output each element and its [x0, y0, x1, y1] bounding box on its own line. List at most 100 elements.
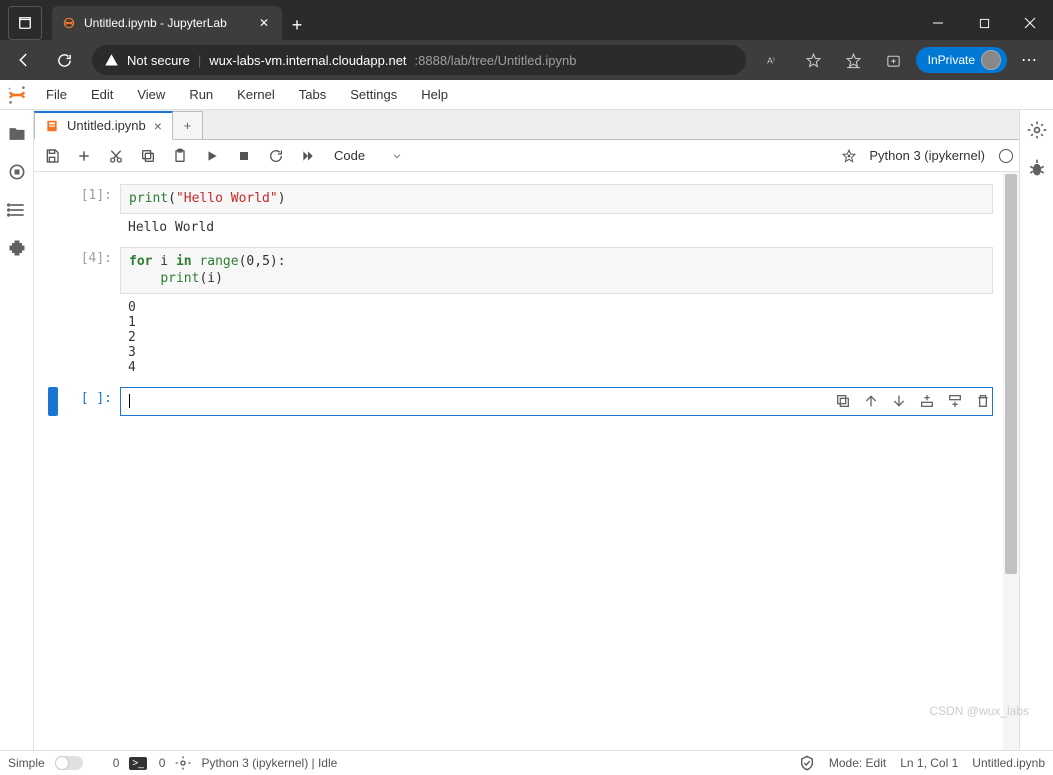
trust-icon[interactable] — [799, 755, 815, 771]
running-terminals-icon[interactable] — [7, 162, 27, 182]
terminals-count[interactable]: 0 — [159, 756, 166, 770]
move-up-button[interactable] — [863, 393, 881, 411]
jupyter-favicon-icon — [62, 16, 76, 30]
save-button[interactable] — [40, 144, 64, 168]
url-path: :8888/lab/tree/Untitled.ipynb — [415, 53, 577, 68]
back-button[interactable] — [6, 44, 42, 76]
read-aloud-button[interactable]: A⁾ — [756, 44, 792, 76]
cell-type-value: Code — [334, 148, 365, 163]
browser-tab[interactable]: Untitled.ipynb - JupyterLab ✕ — [52, 6, 282, 40]
simple-mode-toggle[interactable] — [55, 756, 83, 770]
run-button[interactable] — [200, 144, 224, 168]
code-input[interactable]: for i in range(0,5): print(i) — [120, 247, 993, 294]
svg-text:A⁾: A⁾ — [767, 55, 775, 65]
window-controls — [915, 6, 1053, 40]
doc-tab-row: Untitled.ipynb × + — [34, 110, 1019, 140]
menu-settings[interactable]: Settings — [338, 80, 409, 110]
cell-1[interactable]: [1]: print("Hello World") Hello World — [48, 184, 1019, 241]
more-button[interactable]: ⋯ — [1011, 44, 1047, 76]
duplicate-cell-button[interactable] — [835, 393, 853, 411]
toc-icon[interactable] — [7, 200, 27, 220]
address-row: Not secure | wux-labs-vm.internal.clouda… — [0, 40, 1053, 80]
menu-run[interactable]: Run — [177, 80, 225, 110]
collections-button[interactable] — [876, 44, 912, 76]
maximize-button[interactable] — [961, 6, 1007, 40]
render-sidebar-button[interactable] — [837, 144, 861, 168]
interrupt-button[interactable] — [232, 144, 256, 168]
kernel-status-icon[interactable] — [999, 149, 1013, 163]
property-inspector-icon[interactable] — [1027, 120, 1047, 140]
extensions-icon[interactable] — [7, 238, 27, 258]
notebook-icon — [45, 119, 59, 133]
mode-label[interactable]: Mode: Edit — [829, 756, 886, 770]
kernel-name[interactable]: Python 3 (ipykernel) — [869, 148, 985, 163]
open-tabs-count[interactable]: 0 — [113, 756, 120, 770]
browser-tab-title: Untitled.ipynb - JupyterLab — [84, 16, 248, 30]
line-col-label[interactable]: Ln 1, Col 1 — [900, 756, 958, 770]
browser-tab-row: Untitled.ipynb - JupyterLab ✕ + — [0, 0, 1053, 40]
menu-view[interactable]: View — [125, 80, 177, 110]
kernel-busy-icon[interactable] — [175, 755, 191, 771]
insert-below-button[interactable] — [947, 393, 965, 411]
copy-button[interactable] — [136, 144, 160, 168]
favorite-this-button[interactable] — [796, 44, 832, 76]
cell-type-select[interactable]: Code — [328, 145, 408, 167]
inprivate-badge[interactable]: InPrivate — [916, 47, 1007, 73]
new-tab-button[interactable]: + — [282, 10, 312, 40]
doc-tab-name: Untitled.ipynb — [67, 118, 146, 133]
code-input[interactable]: print("Hello World") — [120, 184, 993, 214]
cell-2[interactable]: [4]: for i in range(0,5): print(i) 0 1 2… — [48, 247, 1019, 381]
terminal-badge-icon: >_ — [129, 757, 146, 770]
restart-run-all-button[interactable] — [296, 144, 320, 168]
refresh-button[interactable] — [46, 44, 82, 76]
menu-file[interactable]: File — [34, 80, 79, 110]
tab-actions-button[interactable] — [8, 6, 42, 40]
debugger-icon[interactable] — [1027, 158, 1047, 178]
status-bar: Simple 0 >_ 0 Python 3 (ipykernel) | Idl… — [0, 750, 1053, 775]
cell-output: Hello World — [120, 214, 993, 241]
cell-prompt: [4]: — [62, 247, 120, 381]
menu-edit[interactable]: Edit — [79, 80, 125, 110]
profile-avatar-icon — [981, 50, 1001, 70]
main-area: Untitled.ipynb × + Code Python 3 (ipyker… — [0, 110, 1053, 750]
status-filename[interactable]: Untitled.ipynb — [972, 756, 1045, 770]
not-secure-label: Not secure — [127, 53, 190, 68]
favorites-button[interactable] — [836, 44, 872, 76]
insert-above-button[interactable] — [919, 393, 937, 411]
inprivate-label: InPrivate — [928, 53, 975, 67]
paste-button[interactable] — [168, 144, 192, 168]
address-bar[interactable]: Not secure | wux-labs-vm.internal.clouda… — [92, 45, 746, 75]
cut-button[interactable] — [104, 144, 128, 168]
minimize-button[interactable] — [915, 6, 961, 40]
delete-cell-button[interactable] — [975, 393, 993, 411]
jlab-menubar: File Edit View Run Kernel Tabs Settings … — [34, 80, 460, 109]
close-window-button[interactable] — [1007, 6, 1053, 40]
jupyter-logo[interactable] — [0, 80, 34, 109]
insert-cell-button[interactable] — [72, 144, 96, 168]
cell-output: 0 1 2 3 4 — [120, 294, 993, 381]
scrollbar-thumb[interactable] — [1005, 174, 1017, 574]
jlab-top-row: File Edit View Run Kernel Tabs Settings … — [0, 80, 1053, 110]
cell-prompt: [1]: — [62, 184, 120, 241]
url-host: wux-labs-vm.internal.cloudapp.net — [209, 53, 406, 68]
cell-prompt: [ ]: — [62, 387, 120, 417]
cell-3-active[interactable]: [ ]: — [48, 387, 1019, 417]
move-down-button[interactable] — [891, 393, 909, 411]
right-rail — [1019, 110, 1053, 750]
menu-kernel[interactable]: Kernel — [225, 80, 287, 110]
not-secure-icon — [104, 53, 119, 68]
restart-button[interactable] — [264, 144, 288, 168]
menu-tabs[interactable]: Tabs — [287, 80, 338, 110]
notebook-scroll[interactable]: [1]: print("Hello World") Hello World [4… — [34, 172, 1019, 750]
browser-chrome: Untitled.ipynb - JupyterLab ✕ + Not secu… — [0, 0, 1053, 80]
doc-add-tab-button[interactable]: + — [173, 111, 203, 140]
kernel-status-text[interactable]: Python 3 (ipykernel) | Idle — [201, 756, 337, 770]
notebook-scrollbar[interactable] — [1003, 172, 1019, 750]
file-browser-icon[interactable] — [7, 124, 27, 144]
doc-tab-close-icon[interactable]: × — [154, 118, 162, 134]
doc-tab[interactable]: Untitled.ipynb × — [34, 111, 173, 140]
menu-help[interactable]: Help — [409, 80, 460, 110]
simple-mode-label: Simple — [8, 756, 45, 770]
chevron-down-icon — [392, 151, 402, 161]
tab-close-icon[interactable]: ✕ — [256, 15, 272, 31]
